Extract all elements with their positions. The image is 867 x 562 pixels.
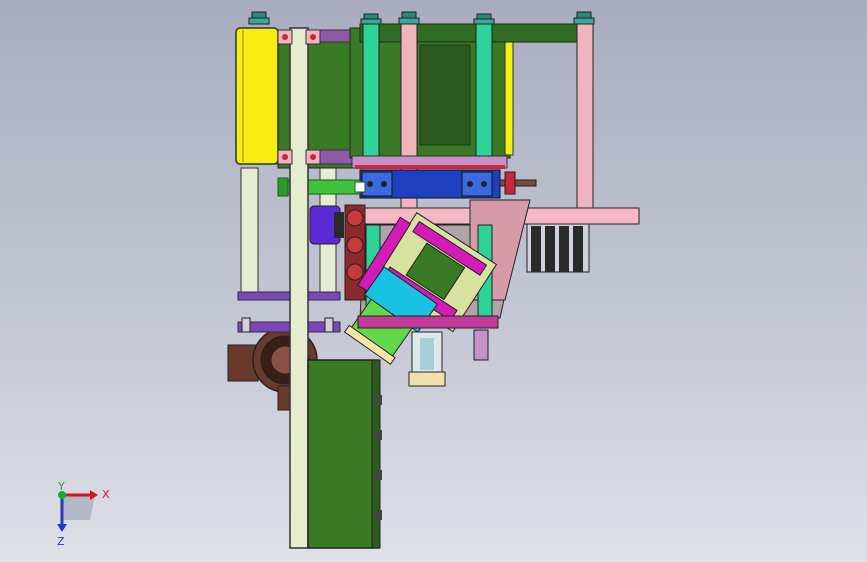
pink-post-right	[576, 23, 594, 210]
cad-viewport[interactable]: X Y Z	[0, 0, 867, 562]
top-knob-center-1	[360, 13, 382, 25]
coordinate-triad: X Y Z	[57, 480, 110, 548]
teal-post-left	[362, 23, 380, 160]
top-green-beam	[359, 23, 591, 43]
main-body-inner-panel	[419, 44, 471, 146]
teal-post-right	[475, 23, 493, 160]
green-cylinder-end	[354, 181, 366, 193]
lower-fitting	[473, 329, 489, 361]
purple-crossbar	[237, 291, 341, 301]
lower-cylinder-pair	[408, 331, 446, 387]
tall-light-post	[289, 27, 309, 549]
x-axis-label: X	[102, 488, 110, 501]
right-slat-block	[526, 223, 590, 273]
top-knob-center-2	[398, 11, 420, 25]
control-cabinet	[307, 359, 379, 549]
blue-rail-block-left	[361, 171, 393, 197]
top-knob-left	[248, 11, 270, 25]
underbody-red-line	[355, 165, 505, 169]
left-light-post	[240, 167, 259, 294]
magenta-base-plate	[357, 315, 499, 329]
top-knob-center-3	[473, 13, 495, 25]
z-axis-label: Z	[57, 535, 65, 548]
y-axis-label: Y	[57, 480, 65, 493]
yellow-side-strip	[504, 39, 514, 156]
green-cylinder-cap	[277, 177, 289, 197]
side-fitting	[504, 171, 516, 195]
blue-rail-block-right	[461, 171, 493, 197]
top-knob-right	[573, 11, 595, 25]
